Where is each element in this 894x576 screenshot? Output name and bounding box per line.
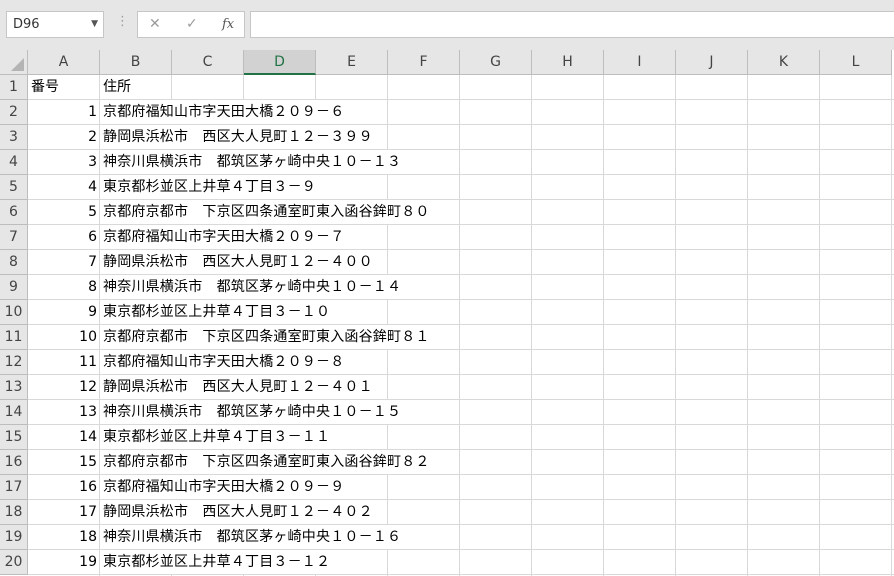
row-header-15[interactable]: 15 — [0, 425, 28, 450]
number-cell[interactable]: 10 — [28, 325, 97, 349]
header-cell-address[interactable]: 住所 — [103, 75, 131, 99]
address-cell[interactable]: 静岡県浜松市 西区大人見町１２－４００ — [100, 250, 373, 274]
row-header-14[interactable]: 14 — [0, 400, 28, 425]
address-cell[interactable]: 京都府福知山市字天田大橋２０９－６ — [100, 100, 345, 124]
address-cell[interactable]: 京都府京都市 下京区四条通室町東入函谷鉾町８１ — [100, 325, 430, 349]
row-header-18[interactable]: 18 — [0, 500, 28, 525]
row-header-9[interactable]: 9 — [0, 275, 28, 300]
chevron-down-icon[interactable]: ▼ — [91, 12, 98, 37]
function-icon[interactable]: fx — [222, 17, 234, 32]
row-header-7[interactable]: 7 — [0, 225, 28, 250]
number-cell[interactable]: 11 — [28, 350, 97, 374]
address-cell[interactable]: 東京都杉並区上井草４丁目３－９ — [100, 175, 316, 199]
row-header-13[interactable]: 13 — [0, 375, 28, 400]
column-gridline — [891, 75, 892, 576]
column-header-b[interactable]: B — [100, 50, 172, 75]
row-header-1[interactable]: 1 — [0, 75, 28, 100]
row-header-16[interactable]: 16 — [0, 450, 28, 475]
number-cell[interactable]: 8 — [28, 275, 97, 299]
column-header-a[interactable]: A — [28, 50, 100, 75]
select-all-triangle-icon — [11, 58, 24, 71]
column-header-k[interactable]: K — [748, 50, 820, 75]
number-cell[interactable]: 18 — [28, 525, 97, 549]
column-gridline — [459, 75, 460, 576]
row-header-8[interactable]: 8 — [0, 250, 28, 275]
cancel-icon[interactable]: ✕ — [149, 16, 161, 32]
address-cell[interactable]: 京都府福知山市字天田大橋２０９－８ — [100, 350, 345, 374]
row-header-11[interactable]: 11 — [0, 325, 28, 350]
formula-bar: D96 ▼ ⋮ ✕ ✓ fx — [0, 0, 894, 50]
row-header-20[interactable]: 20 — [0, 550, 28, 575]
column-header-f[interactable]: F — [388, 50, 460, 75]
column-header-e[interactable]: E — [316, 50, 388, 75]
number-cell[interactable]: 6 — [28, 225, 97, 249]
column-gridline — [747, 75, 748, 576]
address-cell[interactable]: 東京都杉並区上井草４丁目３－１０ — [100, 300, 331, 324]
row-gridline — [28, 574, 894, 575]
number-cell[interactable]: 12 — [28, 375, 97, 399]
row-header-10[interactable]: 10 — [0, 300, 28, 325]
row-header-19[interactable]: 19 — [0, 525, 28, 550]
row-header-6[interactable]: 6 — [0, 200, 28, 225]
address-cell[interactable]: 神奈川県横浜市 都筑区茅ヶ崎中央１０－１５ — [100, 400, 402, 424]
number-cell[interactable]: 4 — [28, 175, 97, 199]
number-cell[interactable]: 14 — [28, 425, 97, 449]
number-cell[interactable]: 15 — [28, 450, 97, 474]
name-box-value: D96 — [13, 17, 40, 32]
number-cell[interactable]: 19 — [28, 550, 97, 574]
row-header-4[interactable]: 4 — [0, 150, 28, 175]
spreadsheet-grid: A B C D E F G H I J K L 1 2 3 4 5 6 7 8 9 10 11 12 13 14 15 16 17 18 1… — [0, 50, 894, 576]
address-cell[interactable]: 京都府京都市 下京区四条通室町東入函谷鉾町８０ — [100, 200, 430, 224]
address-cell[interactable]: 神奈川県横浜市 都筑区茅ヶ崎中央１０－１６ — [100, 525, 402, 549]
number-cell[interactable]: 17 — [28, 500, 97, 524]
column-header-h[interactable]: H — [532, 50, 604, 75]
column-gridline — [819, 75, 820, 576]
column-gridline — [531, 75, 532, 576]
enter-icon[interactable]: ✓ — [186, 16, 198, 32]
column-header-j[interactable]: J — [676, 50, 748, 75]
row-header-12[interactable]: 12 — [0, 350, 28, 375]
address-cell[interactable]: 静岡県浜松市 西区大人見町１２－３９９ — [100, 125, 373, 149]
address-cell[interactable]: 京都府京都市 下京区四条通室町東入函谷鉾町８２ — [100, 450, 430, 474]
address-cell[interactable]: 東京都杉並区上井草４丁目３－１２ — [100, 550, 331, 574]
number-cell[interactable]: 16 — [28, 475, 97, 499]
column-header-g[interactable]: G — [460, 50, 532, 75]
number-cell[interactable]: 3 — [28, 150, 97, 174]
address-cell[interactable]: 東京都杉並区上井草４丁目３－１１ — [100, 425, 331, 449]
address-cell[interactable]: 静岡県浜松市 西区大人見町１２－４０１ — [100, 375, 373, 399]
address-cell[interactable]: 神奈川県横浜市 都筑区茅ヶ崎中央１０－１３ — [100, 150, 402, 174]
row-header-5[interactable]: 5 — [0, 175, 28, 200]
row-header-17[interactable]: 17 — [0, 475, 28, 500]
formula-buttons: ✕ ✓ fx — [137, 11, 245, 38]
number-cell[interactable]: 2 — [28, 125, 97, 149]
number-cell[interactable]: 13 — [28, 400, 97, 424]
address-cell[interactable]: 静岡県浜松市 西区大人見町１２－４０２ — [100, 500, 373, 524]
number-cell[interactable]: 1 — [28, 100, 97, 124]
column-header-i[interactable]: I — [604, 50, 676, 75]
row-header-3[interactable]: 3 — [0, 125, 28, 150]
column-header-l[interactable]: L — [820, 50, 892, 75]
select-all-button[interactable] — [0, 50, 28, 75]
name-box[interactable]: D96 ▼ — [6, 11, 104, 38]
column-header-c[interactable]: C — [172, 50, 244, 75]
address-cell[interactable]: 神奈川県横浜市 都筑区茅ヶ崎中央１０－１４ — [100, 275, 402, 299]
row-header-2[interactable]: 2 — [0, 100, 28, 125]
number-cell[interactable]: 5 — [28, 200, 97, 224]
header-cell-number[interactable]: 番号 — [31, 75, 59, 99]
more-options-icon[interactable]: ⋮ — [116, 14, 129, 29]
address-cell[interactable]: 京都府福知山市字天田大橋２０９－７ — [100, 225, 345, 249]
address-cell[interactable]: 京都府福知山市字天田大橋２０９－９ — [100, 475, 345, 499]
column-gridline — [603, 75, 604, 576]
formula-input[interactable] — [250, 11, 894, 38]
number-cell[interactable]: 9 — [28, 300, 97, 324]
column-gridline — [675, 75, 676, 576]
column-header-d[interactable]: D — [244, 50, 316, 75]
number-cell[interactable]: 7 — [28, 250, 97, 274]
